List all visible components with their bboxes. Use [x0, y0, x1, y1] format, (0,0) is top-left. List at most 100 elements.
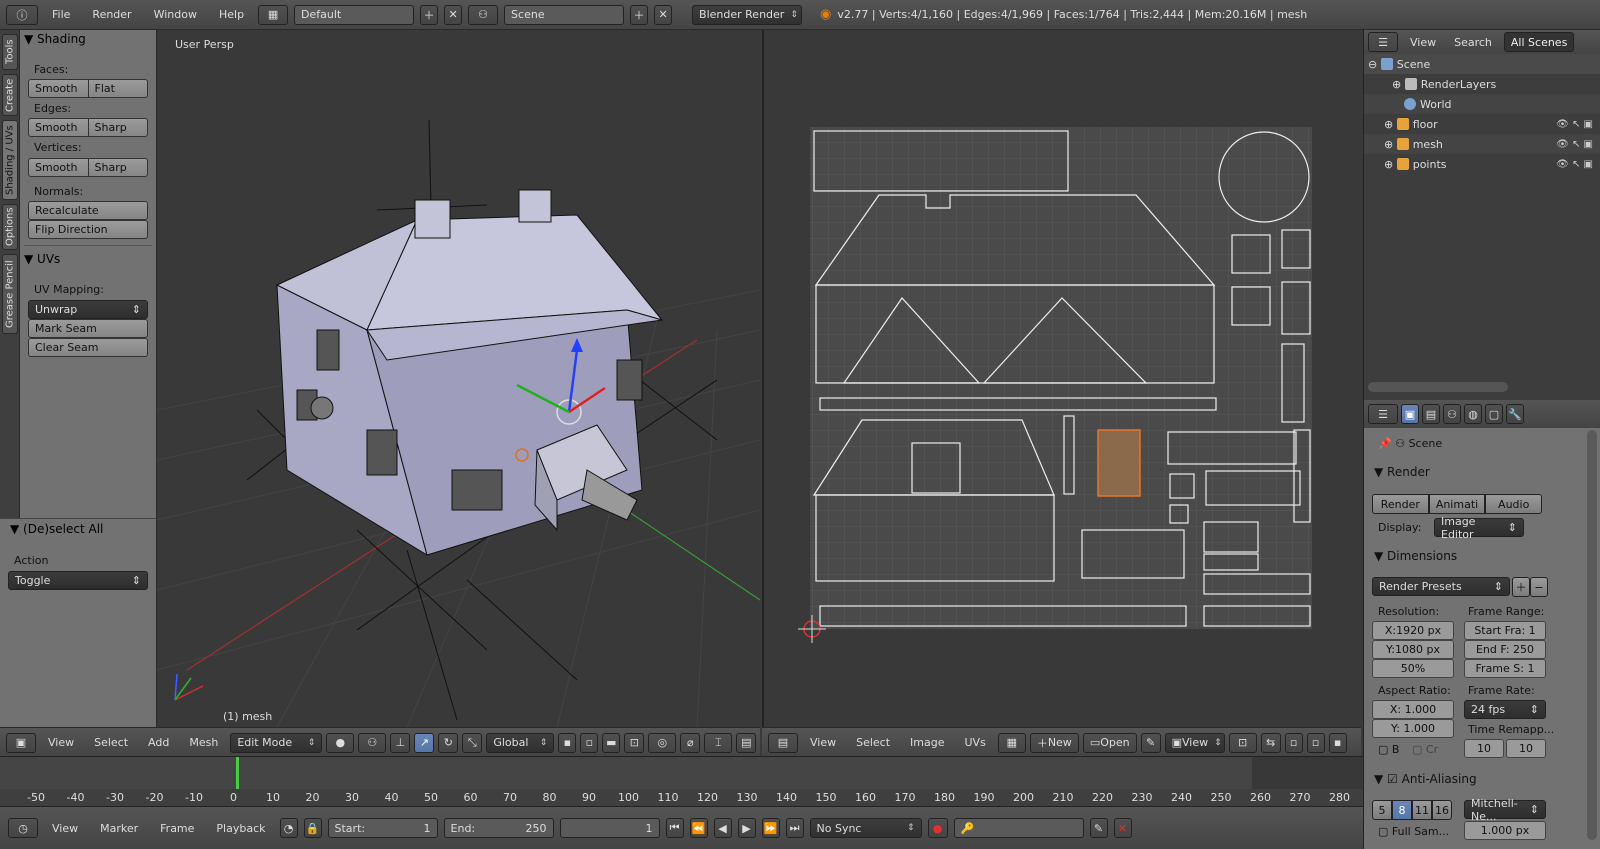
time-new-field[interactable]: 10: [1506, 739, 1546, 758]
menu-render[interactable]: Render: [84, 8, 139, 21]
snap-icon[interactable]: ⌀: [680, 732, 701, 753]
lock-icon[interactable]: 🔒: [303, 818, 322, 838]
pin-icon[interactable]: ✎: [1140, 732, 1161, 753]
menu-timeline-marker[interactable]: Marker: [92, 822, 146, 835]
browse-image-icon[interactable]: ▦: [997, 732, 1026, 753]
outliner-scrollbar[interactable]: [1368, 382, 1508, 392]
world-tab-icon[interactable]: ◍: [1464, 404, 1482, 424]
outliner-search-menu[interactable]: Search: [1448, 36, 1498, 49]
uv-mapping-select[interactable]: Unwrap ⇕: [28, 300, 148, 319]
3d-viewport[interactable]: User Persp (1) mesh: [157, 30, 760, 727]
properties-scrollbar[interactable]: [1587, 430, 1597, 840]
mark-seam-button[interactable]: Mark Seam: [28, 319, 148, 338]
menu-uv-select[interactable]: Select: [848, 736, 898, 749]
shading-panel-header[interactable]: ▼ Shading: [24, 32, 86, 46]
display-mode-select[interactable]: All Scenes: [1503, 32, 1575, 52]
render-layers-tab-icon[interactable]: ▤: [1422, 404, 1440, 424]
keying-set-field[interactable]: 🔑: [953, 818, 1084, 838]
aspect-y-field[interactable]: Y: 1.000: [1372, 719, 1454, 738]
menu-window[interactable]: Window: [146, 8, 205, 21]
menu-uv-view[interactable]: View: [802, 736, 844, 749]
full-sample-checkbox[interactable]: ▢ Full Sam...: [1378, 825, 1449, 838]
scale-icon[interactable]: ⤡: [462, 732, 483, 753]
edge-select-icon[interactable]: ▫: [580, 732, 599, 753]
edges-smooth-button[interactable]: Smooth: [28, 118, 89, 137]
flip-direction-button[interactable]: Flip Direction: [28, 220, 148, 239]
timeline[interactable]: -50 -40 -30 -20 -10 0 10 20 30 40 50 60 70 80 90 100 110…: [0, 756, 1363, 806]
recalculate-button[interactable]: Recalculate: [28, 201, 148, 220]
menu-3d-mesh[interactable]: Mesh: [181, 736, 226, 749]
add-layout-button[interactable]: ＋: [420, 4, 439, 25]
uv-vertex-icon[interactable]: ▫: [1284, 732, 1303, 753]
rotate-icon[interactable]: ↻: [438, 732, 459, 753]
menu-uv-uvs[interactable]: UVs: [957, 736, 994, 749]
visibility-icons[interactable]: 👁 ↖ ▣: [1556, 139, 1593, 150]
manipulator-icon[interactable]: ⊥: [390, 732, 411, 753]
outliner-item-floor[interactable]: ⊕ floor 👁 ↖ ▣: [1364, 114, 1600, 134]
frame-rate-select[interactable]: 24 fps ⇕: [1464, 700, 1546, 719]
vertex-select-icon[interactable]: ▪: [558, 732, 577, 753]
view-mode-select[interactable]: ▣ View: [1164, 732, 1225, 753]
menu-3d-add[interactable]: Add: [140, 736, 177, 749]
animation-button[interactable]: Animati: [1428, 494, 1486, 514]
uv-island-icon[interactable]: ▪: [1328, 732, 1347, 753]
tab-create[interactable]: Create: [2, 74, 18, 116]
layout-icon[interactable]: ▦: [258, 4, 289, 25]
border-checkbox[interactable]: ▢ B: [1378, 743, 1399, 756]
vertices-smooth-button[interactable]: Smooth: [28, 158, 89, 177]
outliner-item-world[interactable]: World: [1364, 94, 1600, 114]
uv-canvas[interactable]: [764, 30, 1361, 727]
render-view-icon[interactable]: ▤: [736, 732, 757, 753]
editor-type-cube-icon[interactable]: ▣: [6, 732, 36, 753]
aa-5-button[interactable]: 5: [1372, 800, 1392, 820]
outliner-item-points[interactable]: ⊕ points 👁 ↖ ▣: [1364, 154, 1600, 174]
modifiers-tab-icon[interactable]: 🔧: [1506, 404, 1524, 424]
face-select-icon[interactable]: ▬: [602, 732, 621, 753]
render-button[interactable]: Render: [1372, 494, 1429, 514]
menu-timeline-frame[interactable]: Frame: [152, 822, 202, 835]
menu-timeline-view[interactable]: View: [44, 822, 86, 835]
add-preset-button[interactable]: ＋: [1512, 577, 1530, 597]
display-select[interactable]: Image Editor ⇕: [1434, 515, 1524, 541]
mode-select[interactable]: Edit Mode: [230, 732, 323, 753]
crop-checkbox[interactable]: ▢ Cr: [1412, 743, 1438, 756]
aa-16-button[interactable]: 16: [1432, 800, 1452, 820]
aa-11-button[interactable]: 11: [1412, 800, 1432, 820]
menu-3d-view[interactable]: View: [40, 736, 82, 749]
resolution-percent-field[interactable]: 50%: [1372, 659, 1454, 678]
resolution-x-field[interactable]: X:1920 px: [1372, 621, 1454, 640]
uvs-panel-header[interactable]: ▼ UVs: [24, 252, 60, 266]
snap-target-icon[interactable]: ⌶: [704, 732, 733, 753]
play-icon[interactable]: ▶: [737, 818, 756, 838]
dimensions-panel-header[interactable]: ▼ Dimensions: [1374, 549, 1457, 563]
antialiasing-panel-header[interactable]: ▼ ☑ Anti-Aliasing: [1374, 772, 1477, 786]
properties-editor-icon[interactable]: ☰: [1368, 404, 1398, 424]
object-tab-icon[interactable]: ▢: [1485, 404, 1503, 424]
outliner-item-mesh[interactable]: ⊕ mesh 👁 ↖ ▣: [1364, 134, 1600, 154]
pivot-uv-icon[interactable]: ⊡: [1228, 732, 1257, 753]
vertices-sharp-button[interactable]: Sharp: [88, 158, 148, 177]
remove-scene-button[interactable]: ✕: [654, 4, 673, 25]
resolution-y-field[interactable]: Y:1080 px: [1372, 640, 1454, 659]
translate-icon[interactable]: ↗: [414, 732, 435, 753]
shading-sphere-icon[interactable]: ●: [326, 732, 355, 753]
frame-start-field[interactable]: Start Fra: 1: [1464, 621, 1546, 640]
uv-face-icon[interactable]: ▫: [1306, 732, 1325, 753]
menu-file[interactable]: File: [44, 8, 78, 21]
faces-smooth-button[interactable]: Smooth: [28, 79, 89, 98]
insert-keyframe-icon[interactable]: ✎: [1089, 818, 1108, 838]
jump-keyframe-forward-icon[interactable]: ⏩: [761, 818, 780, 838]
visibility-icons[interactable]: 👁 ↖ ▣: [1556, 159, 1593, 170]
jump-end-icon[interactable]: ⏭: [785, 818, 804, 838]
aa-8-button[interactable]: 8: [1392, 800, 1412, 820]
outliner-item-renderlayers[interactable]: ⊕ RenderLayers: [1364, 74, 1600, 94]
remove-preset-button[interactable]: −: [1530, 577, 1548, 597]
tab-grease-pencil[interactable]: Grease Pencil: [2, 254, 18, 334]
image-editor-type-icon[interactable]: ▤: [768, 732, 798, 753]
sync-select[interactable]: No Sync: [809, 818, 922, 838]
new-image-button[interactable]: ＋ New: [1029, 732, 1079, 753]
tab-tools[interactable]: Tools: [2, 34, 18, 70]
menu-timeline-playback[interactable]: Playback: [208, 822, 273, 835]
menu-help[interactable]: Help: [211, 8, 252, 21]
scene-icon[interactable]: ⚇: [468, 4, 499, 25]
